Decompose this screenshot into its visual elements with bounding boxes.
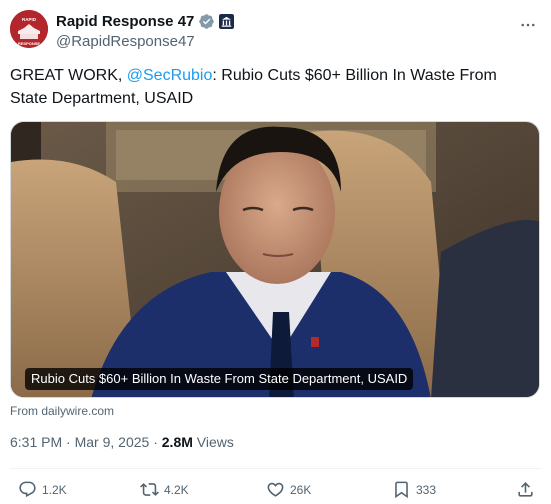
tweet-text: GREAT WORK, @SecRubio: Rubio Cuts $60+ B…	[10, 64, 538, 110]
action-bar: 1.2K 4.2K 26K 333	[10, 480, 541, 500]
repost-count: 4.2K	[164, 482, 189, 497]
share-button[interactable]	[516, 480, 540, 499]
verified-badge-icon[interactable]	[198, 13, 215, 30]
views-count: 2.8M	[161, 434, 193, 450]
government-building-icon[interactable]	[219, 14, 235, 29]
article-photo	[11, 122, 539, 397]
meta-separator: ·	[62, 434, 75, 450]
like-count: 26K	[290, 482, 312, 497]
bookmark-icon	[395, 481, 408, 499]
tweet-time[interactable]: 6:31 PM	[10, 434, 62, 450]
avatar[interactable]: RAPID RESPONSE	[10, 10, 48, 48]
heart-icon	[267, 482, 284, 497]
mention-link[interactable]: @SecRubio	[127, 67, 213, 84]
tweet-date[interactable]: Mar 9, 2025	[75, 434, 150, 450]
meta-separator: ·	[149, 434, 162, 450]
media-caption: Rubio Cuts $60+ Billion In Waste From St…	[25, 368, 414, 390]
rapid-response-logo-icon: RAPID RESPONSE	[10, 10, 48, 48]
tweet-text-prefix: GREAT WORK,	[10, 67, 127, 84]
display-name[interactable]: Rapid Response 47	[56, 13, 194, 30]
more-options-icon[interactable]	[517, 14, 539, 36]
share-icon	[518, 482, 533, 497]
media-card[interactable]: Rubio Cuts $60+ Billion In Waste From St…	[10, 121, 540, 398]
reply-icon	[19, 481, 36, 498]
svg-text:RESPONSE: RESPONSE	[18, 41, 41, 46]
views-label: Views	[192, 434, 234, 450]
svg-text:RAPID: RAPID	[22, 17, 37, 22]
repost-button[interactable]: 4.2K	[140, 480, 189, 499]
author-block: Rapid Response 47 @RapidResponse47	[56, 12, 235, 50]
author-handle[interactable]: @RapidResponse47	[56, 33, 234, 50]
bookmark-count: 333	[416, 482, 437, 497]
tweet-meta: 6:31 PM · Mar 9, 2025 · 2.8M Views	[10, 434, 234, 450]
divider	[10, 468, 541, 469]
bookmark-button[interactable]: 333	[392, 480, 436, 499]
reply-button[interactable]: 1.2K	[18, 480, 67, 499]
reply-count: 1.2K	[42, 482, 67, 497]
repost-icon	[140, 483, 159, 496]
tweet-header: RAPID RESPONSE Rapid Response 47 @RapidR…	[10, 10, 541, 52]
link-source[interactable]: From dailywire.com	[10, 404, 114, 418]
like-button[interactable]: 26K	[266, 480, 311, 499]
